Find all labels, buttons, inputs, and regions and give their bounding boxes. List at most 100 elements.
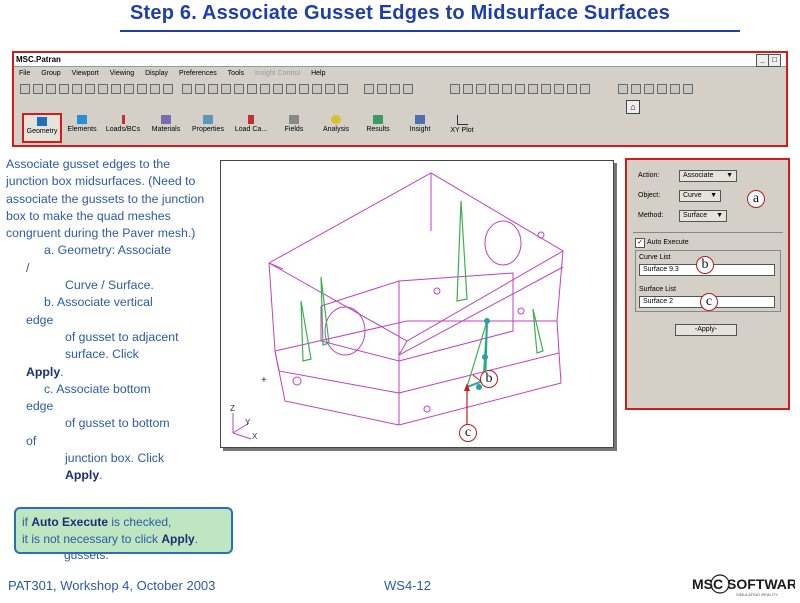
- toolbar-tool-icon[interactable]: [528, 84, 538, 94]
- toolbar-tool-icon[interactable]: [325, 84, 335, 94]
- callout-c-form: c: [700, 293, 718, 311]
- toolbar-tool-icon[interactable]: [286, 84, 296, 94]
- toolbar-tool-icon[interactable]: [631, 84, 641, 94]
- apply-button[interactable]: -Apply-: [675, 324, 737, 336]
- slide-title: Step 6. Associate Gusset Edges to Midsur…: [129, 2, 671, 24]
- auto-execute-checkbox[interactable]: ✓: [635, 238, 645, 248]
- toolbar-tool-icon[interactable]: [618, 84, 628, 94]
- method-value: Surface: [683, 212, 708, 219]
- footer-page: WS4-12: [384, 578, 431, 593]
- toolbar-tool-icon[interactable]: [670, 84, 680, 94]
- toolbar-tool-icon[interactable]: [567, 84, 577, 94]
- toolbar-tool-icon[interactable]: [221, 84, 231, 94]
- step-a-line1: a. Geometry: Associate: [44, 243, 172, 258]
- axis-x-label: X: [252, 432, 258, 441]
- menu-group[interactable]: Group: [41, 70, 60, 77]
- menu-tools[interactable]: Tools: [228, 70, 244, 77]
- step-b-line2: of gusset to adjacent: [65, 329, 179, 344]
- toolbar-tool-icon[interactable]: [463, 84, 473, 94]
- toolbar-tool-icon[interactable]: [450, 84, 460, 94]
- action-dropdown[interactable]: Associate ▼: [679, 170, 737, 182]
- note-bold-auto-execute: Auto Execute: [31, 515, 109, 529]
- menu-viewport[interactable]: Viewport: [72, 70, 99, 77]
- toolbar-tool-icon[interactable]: [502, 84, 512, 94]
- properties-label: Properties: [192, 126, 224, 133]
- results-button[interactable]: Results: [360, 113, 396, 143]
- toolbar-tool-icon[interactable]: [403, 84, 413, 94]
- toolbar-tool-icon[interactable]: [20, 84, 30, 94]
- callout-b-viewport: b: [480, 370, 498, 388]
- insight-button[interactable]: Insight: [402, 113, 438, 143]
- geometry-button[interactable]: Geometry: [22, 113, 62, 143]
- toolbar-tool-icon[interactable]: [515, 84, 525, 94]
- fields-button[interactable]: Fields: [276, 113, 312, 143]
- properties-button[interactable]: Properties: [188, 113, 228, 143]
- step-b-line1: b. Associate vertical: [44, 295, 153, 310]
- toolbar-tool-icon[interactable]: [644, 84, 654, 94]
- materials-button[interactable]: Materials: [146, 113, 186, 143]
- toolbar-tool-icon[interactable]: [33, 84, 43, 94]
- xy-plot-button[interactable]: XY Plot: [442, 113, 482, 143]
- surface-list-value: Surface 2: [643, 298, 673, 305]
- toolbar-tool-icon[interactable]: [377, 84, 387, 94]
- toolbar-tool-icon[interactable]: [195, 84, 205, 94]
- menubar: File Group Viewport Viewing Display Pref…: [14, 67, 786, 80]
- home-icon[interactable]: ⌂: [626, 100, 640, 114]
- toolbar-tool-icon[interactable]: [683, 84, 693, 94]
- window-titlebar: MSC.Patran _ □: [14, 53, 786, 67]
- toolbar-tool-icon[interactable]: [98, 84, 108, 94]
- auto-execute-label: Auto Execute: [647, 239, 689, 246]
- materials-label: Materials: [151, 126, 181, 133]
- toolbar-tool-icon[interactable]: [85, 84, 95, 94]
- analysis-button[interactable]: Analysis: [316, 113, 356, 143]
- toolbar-tool-icon[interactable]: [137, 84, 147, 94]
- toolbar-tool-icon[interactable]: [299, 84, 309, 94]
- toolbar-tool-icon[interactable]: [234, 84, 244, 94]
- method-dropdown[interactable]: Surface ▼: [679, 210, 727, 222]
- toolbar-tool-icon[interactable]: [580, 84, 590, 94]
- graphics-viewport[interactable]: + Z Y X: [220, 160, 614, 448]
- step-c-line1-wrap: edge: [26, 399, 54, 414]
- toolbar-tool-icon[interactable]: [150, 84, 160, 94]
- toolbar-tool-icon[interactable]: [390, 84, 400, 94]
- note-bold-apply: Apply: [161, 532, 195, 546]
- toolbar-tool-icon[interactable]: [312, 84, 322, 94]
- toolbar-tool-icon[interactable]: [657, 84, 667, 94]
- menu-file[interactable]: File: [19, 70, 30, 77]
- toolbar-tool-icon[interactable]: [489, 84, 499, 94]
- step-a-line2: Curve / Surface.: [65, 278, 154, 293]
- toolbar-tool-icon[interactable]: [182, 84, 192, 94]
- menu-viewing[interactable]: Viewing: [110, 70, 134, 77]
- loads-bcs-button[interactable]: Loads/BCs: [102, 113, 144, 143]
- menu-help[interactable]: Help: [311, 70, 325, 77]
- dropdown-arrow-icon: ▼: [716, 212, 723, 219]
- elements-button[interactable]: Elements: [64, 113, 100, 143]
- toolbar-tool-icon[interactable]: [72, 84, 82, 94]
- geometry-label: Geometry: [26, 128, 58, 135]
- toolbar-tool-icon[interactable]: [46, 84, 56, 94]
- toolbar-tool-icon[interactable]: [208, 84, 218, 94]
- toolbar-tool-icon[interactable]: [59, 84, 69, 94]
- model-wireframe: + Z Y X: [230, 172, 564, 441]
- toolbar-tool-icon[interactable]: [163, 84, 173, 94]
- surface-list-label: Surface List: [639, 286, 676, 293]
- load-cases-button[interactable]: Load Ca...: [230, 113, 272, 143]
- toolbar-tool-icon[interactable]: [541, 84, 551, 94]
- curve-list-label: Curve List: [639, 254, 671, 261]
- menu-display[interactable]: Display: [145, 70, 168, 77]
- toolbar-tool-icon[interactable]: [260, 84, 270, 94]
- action-value: Associate: [683, 172, 714, 179]
- toolbar-tool-icon[interactable]: [338, 84, 348, 94]
- toolbar-tool-icon[interactable]: [124, 84, 134, 94]
- toolbar-tool-icon[interactable]: [273, 84, 283, 94]
- svg-text:+: +: [261, 375, 267, 386]
- object-dropdown[interactable]: Curve ▼: [679, 190, 721, 202]
- insight-icon: [415, 115, 425, 124]
- fields-label: Fields: [284, 126, 304, 133]
- menu-preferences[interactable]: Preferences: [179, 70, 217, 77]
- toolbar-tool-icon[interactable]: [554, 84, 564, 94]
- toolbar-tool-icon[interactable]: [364, 84, 374, 94]
- toolbar-tool-icon[interactable]: [476, 84, 486, 94]
- toolbar-tool-icon[interactable]: [247, 84, 257, 94]
- toolbar-tool-icon[interactable]: [111, 84, 121, 94]
